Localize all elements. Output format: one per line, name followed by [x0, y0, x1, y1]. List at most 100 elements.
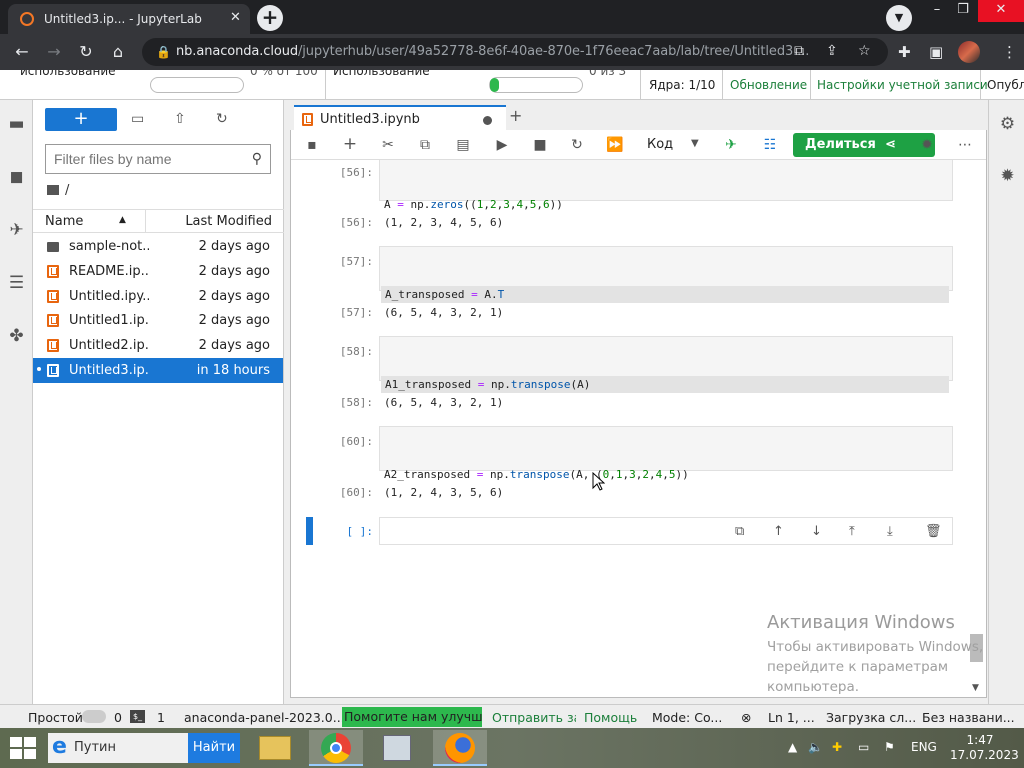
new-tab-button[interactable]: +	[257, 5, 283, 31]
share-button[interactable]: Делиться ⋖	[793, 133, 935, 157]
close-tab-icon[interactable]: ✕	[230, 10, 241, 25]
stop-icon[interactable]: ■	[531, 137, 549, 153]
cut-icon[interactable]: ✂	[379, 137, 397, 153]
new-folder-icon[interactable]: ▭	[131, 111, 144, 127]
volume-icon[interactable]: 🔈	[808, 740, 823, 754]
feedback-banner[interactable]: Помогите нам улучшить	[342, 707, 482, 727]
insert-below-icon[interactable]: ⤓	[887, 524, 893, 539]
new-launcher-button[interactable]: +	[45, 108, 117, 131]
flag-icon[interactable]: ⚑	[884, 740, 895, 754]
translate-icon[interactable]: ⧉	[794, 43, 804, 59]
table-of-contents-icon[interactable]: ☰	[6, 273, 27, 294]
browser-toolbar: ← → ↻ ⌂ 🔒 nb.anaconda.cloud/jupyterhub/u…	[0, 34, 1024, 70]
breadcrumb-root[interactable]: /	[65, 183, 69, 198]
minimize-button[interactable]: –	[924, 0, 950, 22]
kernels-count: 1	[157, 710, 165, 725]
taskbar-search-button[interactable]: Найти	[188, 733, 240, 763]
browser-menu-icon[interactable]: ⋮	[1002, 43, 1017, 61]
modified-column-header[interactable]: Last Modified	[185, 214, 272, 229]
file-filter-input[interactable]	[54, 146, 244, 172]
run-icon[interactable]: ▶	[493, 137, 511, 153]
add-tab-icon[interactable]: +	[509, 106, 522, 125]
paste-icon[interactable]: ▤	[454, 137, 472, 153]
run-all-icon[interactable]: ⏩	[606, 137, 624, 153]
refresh-icon[interactable]: ↻	[216, 111, 228, 127]
chrome-app[interactable]	[309, 730, 363, 766]
insert-above-icon[interactable]: ⤒	[849, 524, 855, 539]
keyboard-language[interactable]: ENG	[911, 740, 937, 754]
taskbar-search-text[interactable]: Путин	[74, 740, 116, 755]
file-explorer-app[interactable]	[248, 730, 302, 766]
breadcrumb-folder-icon	[47, 185, 59, 195]
update-shield-icon[interactable]: ✚	[832, 740, 842, 754]
code-cell-input[interactable]: A = np.zeros((1,2,3,4,5,6)) A.shape	[379, 160, 953, 262]
file-row[interactable]: sample-not... 2 days ago	[33, 234, 283, 259]
account-settings-link[interactable]: Настройки учетной записи	[817, 78, 988, 92]
share-page-icon[interactable]: ⇪	[826, 43, 838, 59]
windows-start-icon[interactable]	[10, 737, 36, 759]
cell-type-select[interactable]: Код	[647, 137, 673, 152]
extensions-icon[interactable]: ✚	[898, 43, 911, 61]
property-inspector-icon[interactable]: ⚙	[997, 114, 1018, 135]
publish-link[interactable]: Опубл	[987, 78, 1024, 92]
kernel-settings-icon[interactable]: ☷	[761, 137, 779, 153]
code-cell-input[interactable]: A2_transposed = np.transpose(A, (0,1,3,2…	[379, 426, 953, 532]
running-kernels-icon[interactable]: ◼	[6, 167, 27, 188]
window-close-button[interactable]: ✕	[978, 0, 1024, 22]
move-down-icon[interactable]: ↓	[811, 524, 822, 539]
name-column-header[interactable]: Name	[45, 214, 83, 229]
unsaved-dot-icon[interactable]	[483, 116, 492, 125]
empty-code-cell[interactable]: ⧉ ↑ ↓ ⤒ ⤓ 🗑	[379, 517, 953, 545]
forward-icon[interactable]: →	[44, 43, 64, 61]
task-manager-app[interactable]	[370, 730, 424, 766]
file-row[interactable]: Untitled1.ip... 2 days ago	[33, 308, 283, 333]
tab-search-button[interactable]: ▼	[886, 5, 912, 31]
taskbar-search-field[interactable]: e Путин	[48, 733, 188, 763]
notebook-tab[interactable]: Untitled3.ipynb	[294, 105, 506, 131]
file-row[interactable]: README.ip... 2 days ago	[33, 259, 283, 284]
cell-output: (6, 5, 4, 3, 2, 1)	[384, 396, 504, 409]
side-panel-icon[interactable]: ▣	[929, 43, 943, 61]
maximize-button[interactable]: ❐	[950, 0, 976, 22]
back-icon[interactable]: ←	[12, 43, 32, 61]
reload-icon[interactable]: ↻	[76, 43, 96, 61]
copy-icon[interactable]: ⧉	[416, 137, 434, 153]
duplicate-cell-icon[interactable]: ⧉	[735, 524, 744, 539]
file-row[interactable]: Untitled2.ip... 2 days ago	[33, 333, 283, 358]
network-icon[interactable]: ▭	[858, 740, 869, 754]
restart-icon[interactable]: ↻	[568, 137, 586, 153]
address-bar[interactable]: 🔒 nb.anaconda.cloud/jupyterhub/user/49a5…	[142, 38, 888, 66]
move-up-icon[interactable]: ↑	[773, 524, 784, 539]
upload-icon[interactable]: ⇧	[174, 111, 186, 127]
send-feedback-link[interactable]: Отправить за	[492, 710, 576, 725]
breadcrumb[interactable]: /	[47, 183, 69, 198]
profile-avatar[interactable]	[958, 41, 980, 63]
simple-mode-toggle[interactable]	[82, 710, 106, 723]
extensions-puzzle-icon[interactable]: ✤	[6, 326, 27, 347]
debugger-icon[interactable]: ✹	[918, 137, 936, 153]
url-text[interactable]: nb.anaconda.cloud/jupyterhub/user/49a527…	[176, 44, 809, 59]
lock-icon: 🔒	[156, 45, 171, 59]
insert-cell-icon[interactable]: +	[341, 134, 359, 154]
delete-cell-icon[interactable]: 🗑	[925, 524, 942, 539]
chevron-down-icon[interactable]: ▼	[691, 138, 699, 149]
debugger-bug-icon[interactable]: ✹	[997, 166, 1018, 187]
help-link[interactable]: Помощь	[584, 710, 637, 725]
file-row[interactable]: Untitled3.ip... in 18 hours	[33, 358, 283, 383]
tray-expand-icon[interactable]: ▲	[788, 740, 797, 754]
bookmark-star-icon[interactable]: ☆	[858, 43, 871, 59]
code-cell-input[interactable]: A1_transposed = np.transpose(A) A1_trans…	[379, 336, 953, 442]
system-clock[interactable]: 1:47 17.07.2023	[950, 733, 1019, 763]
save-icon[interactable]: ▪	[303, 137, 321, 153]
browser-tab[interactable]: Untitled3.ip... - JupyterLab ✕	[8, 4, 250, 34]
file-row[interactable]: Untitled.ipy... 2 days ago	[33, 284, 283, 309]
code-cell-input[interactable]: A_transposed = A.T A_transposed.shape	[379, 246, 953, 352]
file-filter-field[interactable]: ⚲	[45, 144, 271, 174]
home-icon[interactable]: ⌂	[108, 43, 128, 61]
rocket-icon[interactable]: ✈	[6, 220, 27, 241]
rocket-launch-icon[interactable]: ✈	[722, 137, 740, 153]
folder-icon[interactable]: ▬	[6, 114, 27, 135]
more-options-icon[interactable]: ⋯	[956, 137, 974, 153]
firefox-app[interactable]	[433, 730, 487, 766]
upgrade-link[interactable]: Обновление	[730, 78, 807, 92]
